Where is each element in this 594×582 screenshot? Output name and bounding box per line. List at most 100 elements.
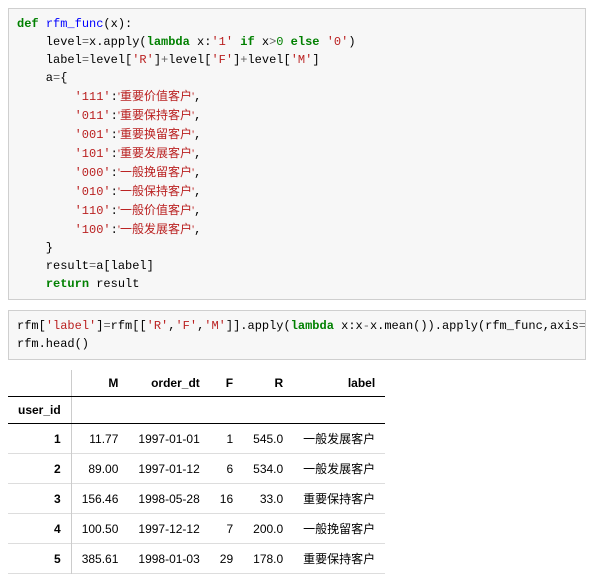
str: 'F' xyxy=(211,53,233,67)
row-id: 3 xyxy=(8,484,71,514)
t: ] xyxy=(312,53,319,67)
str: 'label' xyxy=(46,319,96,333)
row-id: 4 xyxy=(8,514,71,544)
t: level[ xyxy=(168,53,211,67)
cell-F: 16 xyxy=(210,484,243,514)
t: a xyxy=(17,71,53,85)
cell-dt: 1997-01-01 xyxy=(128,424,209,454)
cell-label: 一般发展客户 xyxy=(293,454,385,484)
str: 'M' xyxy=(204,319,226,333)
op: = xyxy=(82,35,89,49)
dataframe-table: M order_dt F R label user_id 1 11.77 199… xyxy=(8,370,385,574)
fn-params: (x): xyxy=(103,17,132,31)
cell-label: 重要保持客户 xyxy=(293,544,385,574)
t: x: xyxy=(190,35,212,49)
cell-dt: 1997-12-12 xyxy=(128,514,209,544)
cell-R: 178.0 xyxy=(243,544,293,574)
dict-key: '001' xyxy=(75,128,111,142)
index-label-row: user_id xyxy=(8,397,385,424)
dict-val: '一般价值客户' xyxy=(118,203,194,217)
corner-cell xyxy=(8,370,71,397)
table-row: 4 100.50 1997-12-12 7 200.0 一般挽留客户 xyxy=(8,514,385,544)
row-id: 1 xyxy=(8,424,71,454)
pad xyxy=(17,128,75,142)
t: a[label] xyxy=(96,259,154,273)
kw-lambda: lambda xyxy=(147,35,190,49)
cell-M: 156.46 xyxy=(71,484,128,514)
t: result xyxy=(17,259,89,273)
kw-return: return xyxy=(46,277,89,291)
dict-val: '重要价值客户' xyxy=(118,89,194,103)
t: , xyxy=(194,223,201,237)
op: - xyxy=(363,319,370,333)
t: , xyxy=(194,90,201,104)
t: x xyxy=(262,35,269,49)
cell-M: 100.50 xyxy=(71,514,128,544)
cell-M: 385.61 xyxy=(71,544,128,574)
dict-val: '重要发展客户' xyxy=(118,146,194,160)
cell-label: 重要保持客户 xyxy=(293,484,385,514)
t: , xyxy=(194,166,201,180)
dict-val: '重要换留客户' xyxy=(118,127,194,141)
dict-key: '110' xyxy=(75,204,111,218)
kw-else: else xyxy=(283,35,326,49)
pad xyxy=(17,204,75,218)
t: level[ xyxy=(247,53,290,67)
t: label xyxy=(17,53,82,67)
dict-val: '一般挽留客户' xyxy=(118,165,194,179)
t: , xyxy=(194,128,201,142)
cell-R: 33.0 xyxy=(243,484,293,514)
cell-M: 89.00 xyxy=(71,454,128,484)
t: rfm[ xyxy=(17,319,46,333)
table-row: 1 11.77 1997-01-01 1 545.0 一般发展客户 xyxy=(8,424,385,454)
t: ) xyxy=(348,35,355,49)
table-row: 2 89.00 1997-01-12 6 534.0 一般发展客户 xyxy=(8,454,385,484)
cell-dt: 1998-01-03 xyxy=(128,544,209,574)
t: , xyxy=(194,185,201,199)
code-cell-1: def rfm_func(x): level=x.apply(lambda x:… xyxy=(8,8,586,300)
cell-F: 6 xyxy=(210,454,243,484)
dict-key: '011' xyxy=(75,109,111,123)
row-id: 2 xyxy=(8,454,71,484)
t: , xyxy=(194,147,201,161)
t: level[ xyxy=(89,53,132,67)
t: { xyxy=(60,71,67,85)
pad xyxy=(17,166,75,180)
cell-F: 7 xyxy=(210,514,243,544)
col-M: M xyxy=(71,370,128,397)
str: 'R' xyxy=(147,319,169,333)
cell-F: 29 xyxy=(210,544,243,574)
dict-key: '100' xyxy=(75,223,111,237)
t: level xyxy=(17,35,82,49)
dict-key: '111' xyxy=(75,90,111,104)
col-F: F xyxy=(210,370,243,397)
str: '1' xyxy=(211,35,233,49)
cell-R: 534.0 xyxy=(243,454,293,484)
t: : xyxy=(111,166,118,180)
t: : xyxy=(111,147,118,161)
cell-dt: 1997-01-12 xyxy=(128,454,209,484)
t: : xyxy=(111,109,118,123)
cell-label: 一般发展客户 xyxy=(293,424,385,454)
t: : xyxy=(111,185,118,199)
pad xyxy=(17,185,75,199)
pad xyxy=(17,147,75,161)
t: rfm[[ xyxy=(111,319,147,333)
t: x.apply( xyxy=(89,35,147,49)
table-row: 5 385.61 1998-01-03 29 178.0 重要保持客户 xyxy=(8,544,385,574)
t: ] xyxy=(154,53,161,67)
str: 'M' xyxy=(291,53,313,67)
str: 'F' xyxy=(175,319,197,333)
cell-dt: 1998-05-28 xyxy=(128,484,209,514)
op: = xyxy=(579,319,586,333)
row-id: 5 xyxy=(8,544,71,574)
t: : xyxy=(111,223,118,237)
t: } xyxy=(17,241,53,255)
kw-if: if xyxy=(233,35,262,49)
kw-def: def xyxy=(17,17,39,31)
table-header-row: M order_dt F R label xyxy=(8,370,385,397)
t: x:x xyxy=(334,319,363,333)
col-R: R xyxy=(243,370,293,397)
pad xyxy=(17,223,75,237)
t: : xyxy=(111,128,118,142)
